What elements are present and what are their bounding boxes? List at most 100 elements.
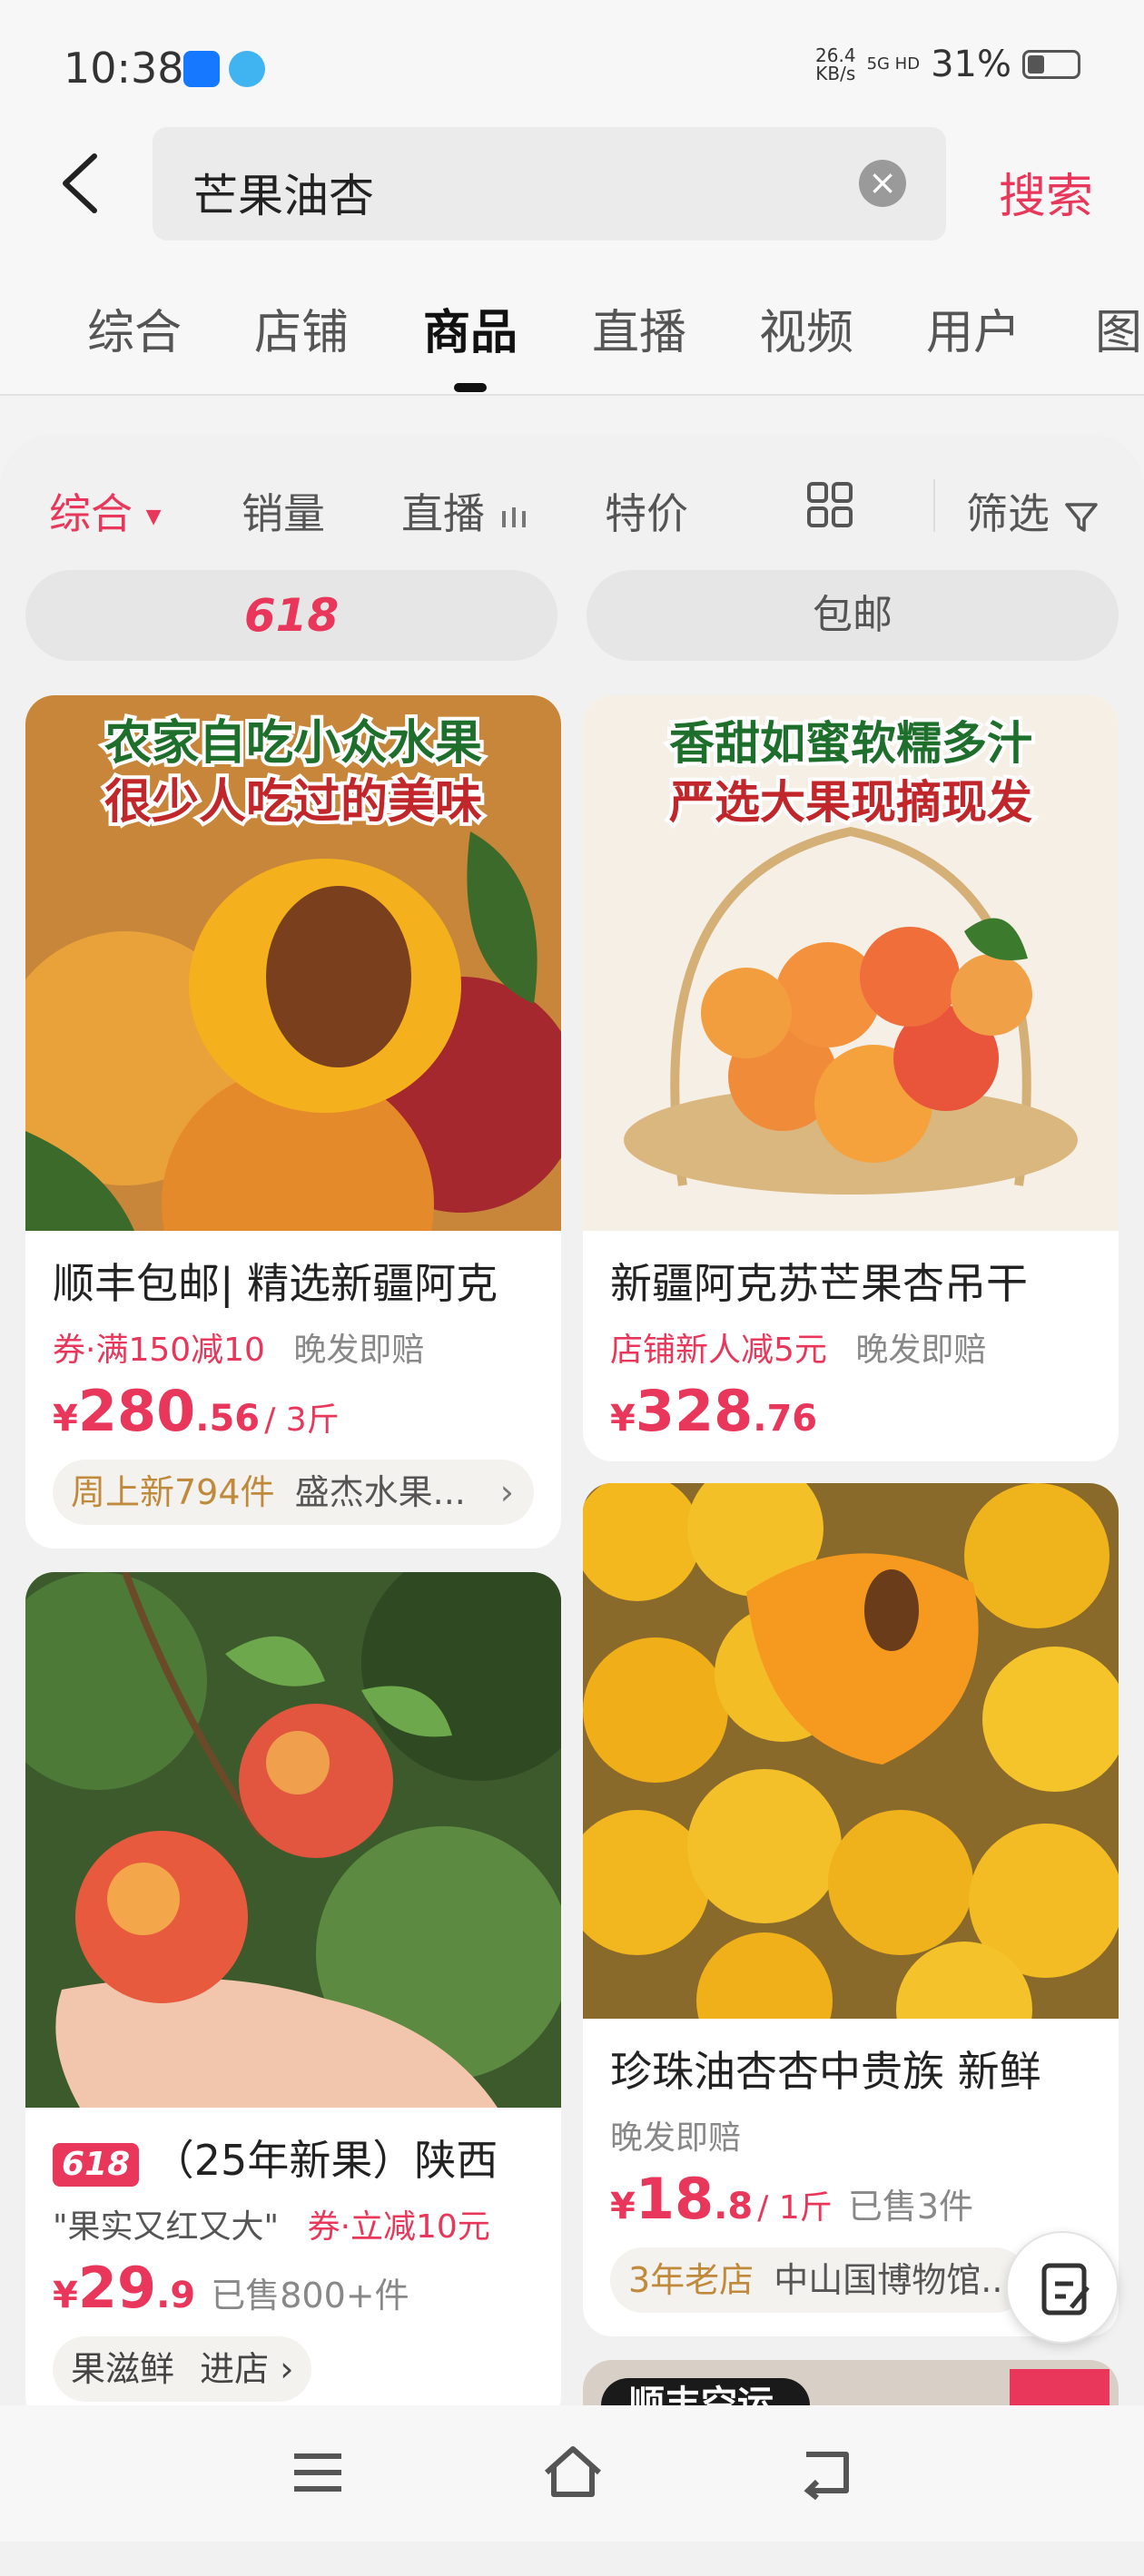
search-input[interactable]: 芒果油杏 × [153, 127, 946, 241]
sort-caret-icon: ▼ [145, 506, 162, 528]
tab-live[interactable]: 直播 [592, 294, 686, 362]
search-header: 芒果油杏 × 搜索 [0, 118, 1144, 245]
sort-comprehensive[interactable]: 综合 ▼ [49, 481, 162, 541]
product-image-apricots: 农家自吃小众水果 很少人吃过的美味 [25, 695, 561, 1231]
product-guarantee: 晚发即赔 [610, 2119, 742, 2157]
shop-entry[interactable]: 果滋鲜 进店 › [53, 2336, 312, 2402]
grid-view-icon[interactable] [806, 481, 853, 528]
price-unit: / 3斤 [264, 1401, 340, 1439]
quick-filters: 618 包邮 [25, 570, 1119, 661]
product-price: ¥328.76 [610, 1378, 817, 1444]
search-query: 芒果油杏 [192, 170, 374, 222]
feedback-edit-button[interactable] [1006, 2231, 1119, 2344]
promo-coupon: 券·满150减10 [53, 1332, 265, 1369]
price-int: 18 [635, 2166, 715, 2232]
shop-name: 果滋鲜 [71, 2349, 175, 2389]
price-unit: / 1斤 [757, 2189, 833, 2227]
product-title: 618 （25年新果）陕西 [53, 2128, 498, 2188]
price-dec: .56 [195, 1398, 261, 1440]
back-arrow-icon[interactable] [54, 151, 109, 216]
home-icon[interactable] [541, 2442, 605, 2500]
net-speed-unit: KB/s [815, 63, 856, 84]
product-title: 顺丰包邮| 精选新疆阿克 [53, 1259, 498, 1308]
chevron-right-icon: › [499, 1472, 514, 1512]
sort-live[interactable]: 直播 [401, 481, 529, 541]
price-int: 29 [77, 2255, 157, 2321]
filter-button[interactable]: 筛选 [966, 481, 1100, 541]
image-caption-2: 很少人吃过的美味 [104, 775, 482, 830]
search-button[interactable]: 搜索 [999, 158, 1093, 226]
net-speed: 26.4 KB/s [815, 46, 856, 83]
product-card[interactable]: 珍珠油杏杏中贵族 新鲜 晚发即赔 ¥18.8 / 1斤 已售3件 3年老店 中山… [583, 1483, 1119, 2336]
clear-icon[interactable]: × [859, 160, 906, 207]
sort-bar: 综合 ▼ 销量 直播 特价 筛选 [0, 434, 1144, 570]
product-card[interactable]: 香甜如蜜软糯多汁 严选大果现摘现发 新疆阿克苏芒果杏吊干 店铺新人减5元 晚发即… [583, 695, 1119, 1461]
sort-live-label: 直播 [401, 489, 485, 538]
filter-funnel-icon [1064, 502, 1098, 532]
filter-pill-618-label: 618 [243, 589, 340, 642]
product-image-apricot-hand [25, 1572, 561, 2108]
price-dec: .9 [156, 2275, 196, 2316]
sort-comprehensive-label: 综合 [49, 489, 133, 538]
product-price: ¥280.56 / 3斤 [53, 1378, 340, 1444]
system-nav-bar [0, 2405, 1144, 2542]
image-caption-1: 农家自吃小众水果 [104, 716, 482, 771]
status-time: 10:38 [64, 44, 184, 93]
shop-name: 中山国博物馆... [774, 2260, 1014, 2300]
sold-count: 已售800+件 [211, 2276, 409, 2315]
active-tab-indicator [454, 383, 487, 392]
product-card[interactable]: 618 （25年新果）陕西 "果实又红又大" 券·立减10元 ¥29.9 已售8… [25, 1572, 561, 2425]
shop-entry[interactable]: 周上新794件 盛杰水果... › [53, 1460, 534, 1525]
product-promo: "果实又红又大" 券·立减10元 [53, 2200, 490, 2247]
live-bars-icon [501, 506, 526, 527]
promo-newcomer: 店铺新人减5元 [610, 1332, 827, 1369]
product-image-apricot-basket: 香甜如蜜软糯多汁 严选大果现摘现发 [583, 695, 1119, 1231]
image-caption-2: 严选大果现摘现发 [669, 776, 1032, 829]
return-icon[interactable] [799, 2445, 857, 2500]
product-image-yellow-apricots [583, 1483, 1119, 2019]
product-card[interactable]: 农家自吃小众水果 很少人吃过的美味 顺丰包邮| 精选新疆阿克 券·满150减10… [25, 695, 561, 1549]
battery-icon [1022, 50, 1080, 79]
sort-sales[interactable]: 销量 [242, 481, 325, 541]
product-title-text: （25年新果）陕西 [152, 2136, 498, 2185]
filter-label: 筛选 [966, 489, 1050, 538]
tab-users[interactable]: 用户 [926, 294, 1021, 362]
price-dec: .76 [753, 1398, 818, 1440]
tab-comprehensive[interactable]: 综合 [87, 294, 182, 362]
filter-pill-618[interactable]: 618 [25, 570, 557, 661]
price-symbol: ¥ [53, 2275, 78, 2316]
shop-entry[interactable]: 3年老店 中山国博物馆... [610, 2247, 1028, 2313]
price-int: 328 [635, 1378, 754, 1444]
status-bar: 10:38 26.4 KB/s 5G HD 31% [0, 0, 1144, 136]
product-title: 珍珠油杏杏中贵族 新鲜 [610, 2047, 1041, 2096]
product-price: ¥18.8 / 1斤 已售3件 [610, 2166, 973, 2232]
product-promo: 店铺新人减5元 晚发即赔 [610, 1323, 986, 1371]
promo-coupon: 券·立减10元 [307, 2208, 490, 2246]
product-promo: 券·满150减10 晚发即赔 [53, 1323, 424, 1371]
promo-guarantee: 晚发即赔 [855, 1332, 987, 1369]
image-caption-1: 香甜如蜜软糯多汁 [669, 717, 1032, 770]
product-title: 新疆阿克苏芒果杏吊干 [610, 1259, 1028, 1308]
price-symbol: ¥ [610, 2186, 636, 2227]
price-symbol: ¥ [610, 1398, 636, 1440]
shop-tag: 周上新794件 [71, 1472, 275, 1512]
promo-guarantee: 晚发即赔 [293, 1332, 425, 1369]
alipay-icon [183, 51, 220, 87]
badge-618: 618 [53, 2143, 140, 2187]
status-right: 26.4 KB/s 5G HD 31% [815, 44, 1080, 85]
tab-images[interactable]: 图 [1095, 294, 1142, 362]
tab-videos[interactable]: 视频 [759, 294, 853, 362]
edit-icon [1041, 2263, 1090, 2315]
battery-percent: 31% [931, 44, 1011, 85]
net-speed-value: 26.4 [815, 44, 856, 66]
menu-icon[interactable] [291, 2447, 345, 2498]
tab-shops[interactable]: 店铺 [254, 294, 349, 362]
price-int: 280 [77, 1378, 196, 1444]
tab-products[interactable]: 商品 [423, 294, 518, 362]
enter-shop-link: 进店 [200, 2349, 270, 2389]
sort-divider [933, 479, 935, 532]
price-dec: .8 [714, 2186, 754, 2227]
sort-special-price[interactable]: 特价 [605, 481, 688, 541]
filter-pill-free-shipping[interactable]: 包邮 [587, 570, 1119, 661]
result-tabs: 综合 店铺 商品 直播 视频 用户 图 [0, 245, 1144, 396]
